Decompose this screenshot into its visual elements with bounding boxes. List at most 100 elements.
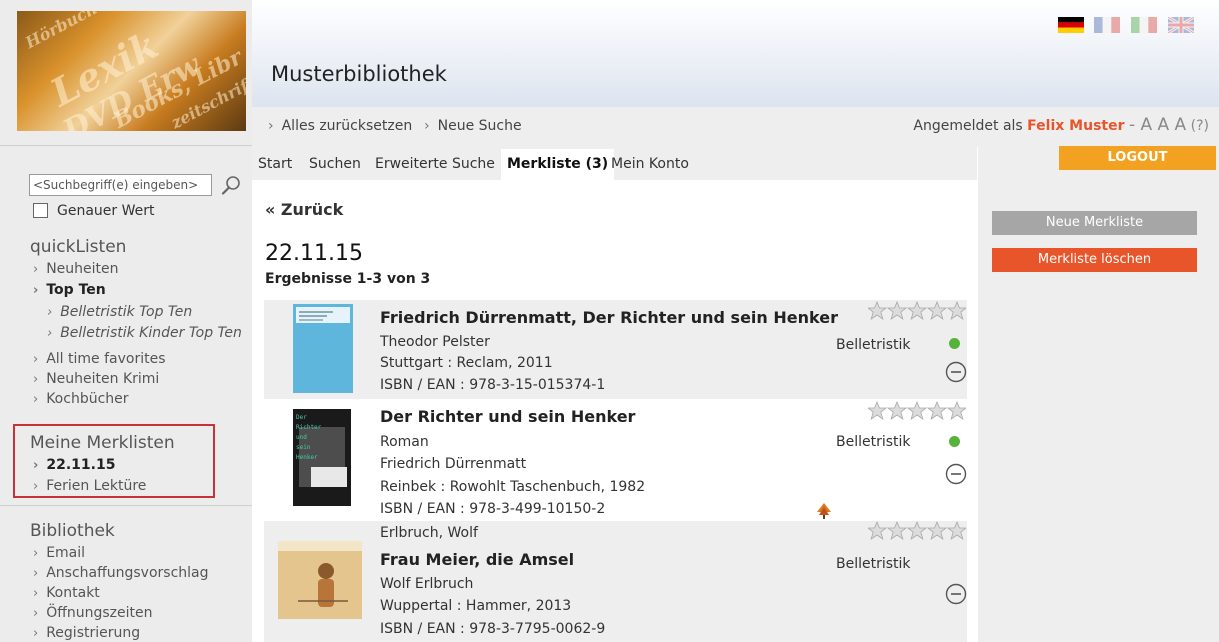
result-author: Theodor Pelster	[380, 334, 490, 350]
library-item-email[interactable]: › Email	[33, 545, 85, 561]
star-rating-icon[interactable]	[868, 521, 966, 541]
item-label: Neuheiten Krimi	[46, 371, 160, 387]
library-item-anschaffung[interactable]: › Anschaffungsvorschlag	[33, 565, 209, 581]
result-count: Ergebnisse 1-3 von 3	[265, 271, 431, 287]
result-title[interactable]: Der Richter und sein Henker	[380, 407, 635, 426]
item-label: All time favorites	[46, 351, 166, 367]
list-title: 22.11.15	[265, 241, 363, 266]
svg-text:Henker: Henker	[296, 454, 318, 461]
remove-icon[interactable]	[945, 361, 967, 383]
chevron-right-icon: ›	[33, 262, 39, 277]
chevron-right-icon: ›	[33, 352, 39, 367]
library-item-kontakt[interactable]: › Kontakt	[33, 585, 100, 601]
result-row	[264, 521, 967, 642]
chevron-right-icon: ›	[424, 118, 430, 134]
tab-merkliste[interactable]: Merkliste (3)	[501, 149, 615, 180]
tab-erweiterte-suche[interactable]: Erweiterte Suche	[369, 149, 501, 180]
tab-mein-konto[interactable]: Mein Konto	[605, 149, 695, 180]
login-prefix: Angemeldet als	[913, 118, 1023, 134]
svg-text:Richter: Richter	[296, 424, 322, 431]
item-label: Email	[46, 545, 86, 561]
quicklist-sub-kinder-top-ten[interactable]: › Belletristik Kinder Top Ten	[47, 325, 242, 341]
link-label: Alles zurücksetzen	[281, 118, 413, 134]
item-label: Registrierung	[46, 625, 141, 641]
library-item-registrierung[interactable]: › Registrierung	[33, 625, 140, 641]
italian-flag-icon[interactable]	[1131, 17, 1157, 33]
logo-word: Hörbuch	[22, 11, 101, 53]
new-list-button[interactable]: Neue Merkliste	[992, 211, 1197, 235]
chevron-right-icon: ›	[33, 626, 39, 641]
french-flag-icon[interactable]	[1094, 17, 1120, 33]
remove-icon[interactable]	[945, 463, 967, 485]
quicklist-item-kochbuecher[interactable]: › Kochbücher	[33, 391, 129, 407]
chevron-right-icon: ›	[33, 586, 39, 601]
result-author-pre: Erlbruch, Wolf	[380, 525, 478, 541]
quicklist-item-krimi[interactable]: › Neuheiten Krimi	[33, 371, 159, 387]
divider	[0, 145, 252, 146]
book-cover-image[interactable]	[293, 304, 353, 393]
uk-flag-icon[interactable]	[1168, 17, 1194, 33]
login-info: Angemeldet als Felix Muster - A A A (?)	[913, 115, 1209, 135]
item-label: Top Ten	[46, 282, 106, 298]
result-author: Friedrich Dürrenmatt	[380, 456, 527, 472]
chevron-right-icon: ›	[33, 546, 39, 561]
star-rating-icon[interactable]	[868, 401, 966, 421]
chevron-right-icon: ›	[268, 118, 274, 134]
result-subtitle: Roman	[380, 434, 429, 450]
svg-text:Der: Der	[296, 414, 307, 421]
svg-text:und: und	[296, 434, 307, 441]
help-link[interactable]: (?)	[1191, 118, 1209, 134]
user-name[interactable]: Felix Muster	[1027, 118, 1124, 134]
logout-button[interactable]: LOGOUT	[1059, 146, 1216, 170]
tab-start[interactable]: Start	[252, 149, 298, 180]
result-publisher: Reinbek : Rowohlt Taschenbuch, 1982	[380, 479, 646, 495]
german-flag-icon[interactable]	[1058, 17, 1084, 33]
search-input[interactable]: <Suchbegriff(e) eingeben>	[29, 174, 212, 196]
chevron-right-icon: ›	[33, 606, 39, 621]
book-cover-image[interactable]: Der Richter und sein Henker	[293, 409, 351, 506]
link-label: Neue Suche	[437, 118, 522, 134]
tab-suchen[interactable]: Suchen	[303, 149, 367, 180]
quicklists-heading: quickListen	[30, 237, 127, 257]
delete-list-button[interactable]: Merkliste löschen	[992, 248, 1197, 272]
search-icon[interactable]	[220, 174, 242, 196]
back-link[interactable]: « Zurück	[265, 200, 343, 219]
tree-icon	[817, 503, 831, 519]
library-item-oeffnungszeiten[interactable]: › Öffnungszeiten	[33, 605, 153, 621]
quicklist-item-neuheiten[interactable]: › Neuheiten	[33, 261, 119, 277]
result-publisher: Wuppertal : Hammer, 2013	[380, 598, 572, 614]
exact-match-checkbox[interactable]	[33, 203, 48, 218]
svg-text:sein: sein	[296, 444, 311, 451]
availability-icon	[949, 338, 960, 349]
result-isbn: ISBN / EAN : 978-3-7795-0062-9	[380, 621, 606, 637]
reset-all-link[interactable]: › Alles zurücksetzen	[268, 118, 412, 134]
chevron-right-icon: ›	[33, 566, 39, 581]
availability-icon	[949, 436, 960, 447]
star-rating-icon[interactable]	[868, 301, 966, 321]
chevron-right-icon: ›	[47, 305, 53, 320]
exact-match-label: Genauer Wert	[57, 203, 155, 219]
divider	[0, 505, 252, 506]
result-title[interactable]: Frau Meier, die Amsel	[380, 550, 574, 569]
item-label: Öffnungszeiten	[46, 605, 153, 621]
remove-icon[interactable]	[945, 583, 967, 605]
chevron-right-icon: ›	[33, 283, 39, 298]
result-isbn: ISBN / EAN : 978-3-499-10150-2	[380, 501, 606, 517]
book-cover-image[interactable]	[278, 541, 362, 619]
result-title[interactable]: Friedrich Dürrenmatt, Der Richter und se…	[380, 308, 838, 327]
item-label: Belletristik Kinder Top Ten	[60, 325, 242, 341]
quicklist-item-all-time[interactable]: › All time favorites	[33, 351, 166, 367]
chevron-right-icon: ›	[33, 392, 39, 407]
quicklist-sub-belletristik-top-ten[interactable]: › Belletristik Top Ten	[47, 304, 192, 320]
result-genre: Belletristik	[836, 434, 911, 450]
new-search-link[interactable]: › Neue Suche	[424, 118, 522, 134]
site-title[interactable]: Musterbibliothek	[271, 62, 447, 86]
chevron-right-icon: ›	[47, 326, 53, 341]
font-size-controls[interactable]: - A A A	[1129, 115, 1186, 135]
item-label: Kontakt	[46, 585, 100, 601]
item-label: Kochbücher	[46, 391, 129, 407]
library-heading: Bibliothek	[30, 521, 115, 541]
quicklist-item-top-ten[interactable]: › Top Ten	[33, 282, 106, 298]
item-label: Belletristik Top Ten	[60, 304, 193, 320]
library-logo[interactable]: Lexik DVD Erw Books, Libr zeitschrift Hö…	[17, 11, 246, 131]
